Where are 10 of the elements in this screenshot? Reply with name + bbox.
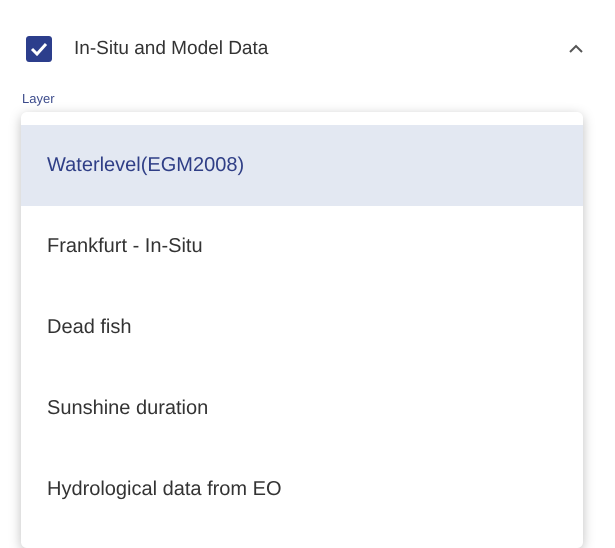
menu-option[interactable]: Frankfurt - In-Situ: [21, 206, 583, 287]
field-label: Layer: [22, 91, 55, 106]
check-icon: [30, 42, 48, 56]
section-title: In-Situ and Model Data: [74, 38, 270, 60]
menu-option[interactable]: Waterlevel(EGM2008): [21, 125, 583, 206]
chevron-icon[interactable]: [567, 43, 585, 55]
menu-option[interactable]: Hydrological data from EO: [21, 449, 583, 530]
checkbox[interactable]: [26, 36, 52, 62]
menu-option[interactable]: Sunshine duration: [21, 368, 583, 449]
menu-option[interactable]: Dead fish: [21, 287, 583, 368]
